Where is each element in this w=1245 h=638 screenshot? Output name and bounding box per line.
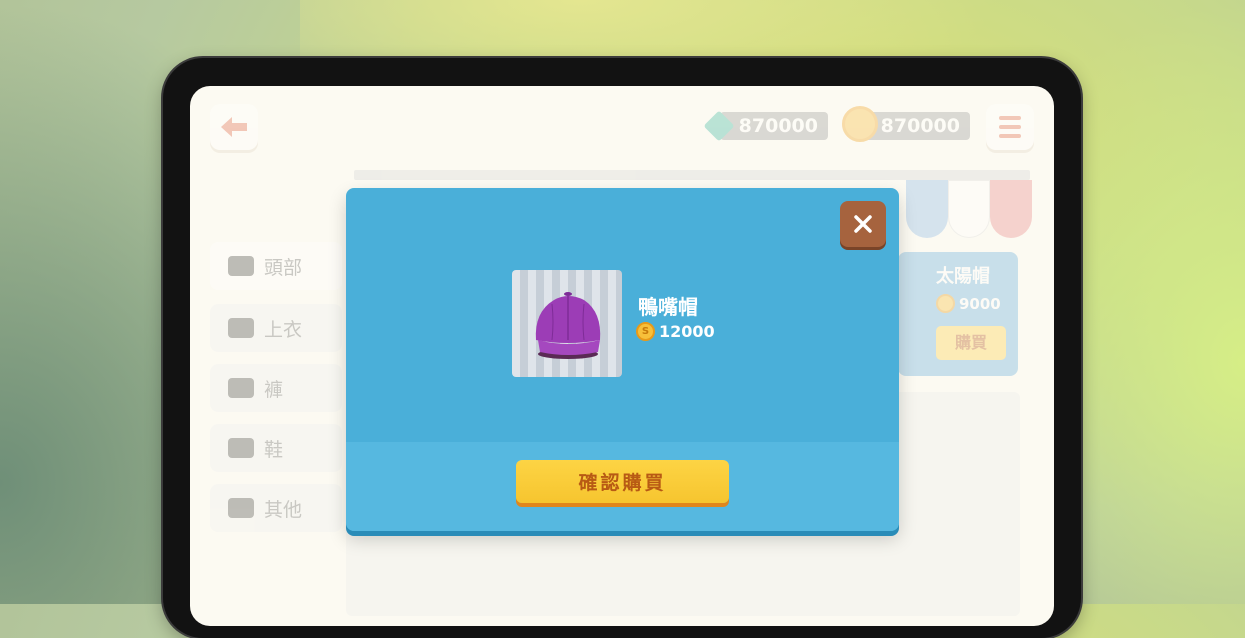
category-tab-head[interactable]: 頭部	[210, 242, 342, 290]
category-tab-top[interactable]: 上衣	[210, 304, 342, 352]
dialog-item-name: 鴨嘴帽	[638, 295, 698, 319]
item-price: 9000	[959, 294, 1001, 313]
cap-icon	[535, 292, 601, 359]
back-button[interactable]	[210, 104, 258, 150]
hat-icon	[228, 256, 254, 276]
close-icon	[854, 215, 872, 233]
menu-button[interactable]	[986, 104, 1034, 150]
menu-icon	[999, 116, 1021, 120]
coin-amount: 870000	[880, 115, 960, 137]
coin-counter: 870000	[842, 106, 970, 142]
category-tab-other[interactable]: 其他	[210, 484, 342, 532]
other-icon	[228, 498, 254, 518]
dialog-price: S 12000	[636, 322, 715, 341]
gem-counter: 870000	[703, 110, 828, 142]
item-card-sunhat[interactable]: 太陽帽 9000 購買	[898, 252, 1018, 376]
arrow-left-icon	[221, 117, 247, 137]
coin-icon	[936, 294, 955, 313]
shirt-icon	[228, 318, 254, 338]
category-tab-shoes[interactable]: 鞋	[210, 424, 342, 472]
confirm-purchase-button[interactable]: 確認購買	[516, 460, 729, 503]
item-name: 太陽帽	[936, 266, 990, 287]
gem-icon	[703, 110, 735, 142]
close-button[interactable]	[840, 201, 886, 247]
purchase-dialog: 鴨嘴帽 S 12000 確認購買	[346, 188, 899, 531]
coin-icon	[842, 106, 878, 142]
shoe-icon	[228, 438, 254, 458]
pants-icon	[228, 378, 254, 398]
gem-amount: 870000	[738, 115, 818, 137]
item-thumbnail	[512, 270, 622, 377]
category-tab-pants[interactable]: 褲	[210, 364, 342, 412]
dialog-price-value: 12000	[659, 322, 715, 341]
coin-icon: S	[636, 322, 655, 341]
buy-button[interactable]: 購買	[936, 326, 1006, 360]
